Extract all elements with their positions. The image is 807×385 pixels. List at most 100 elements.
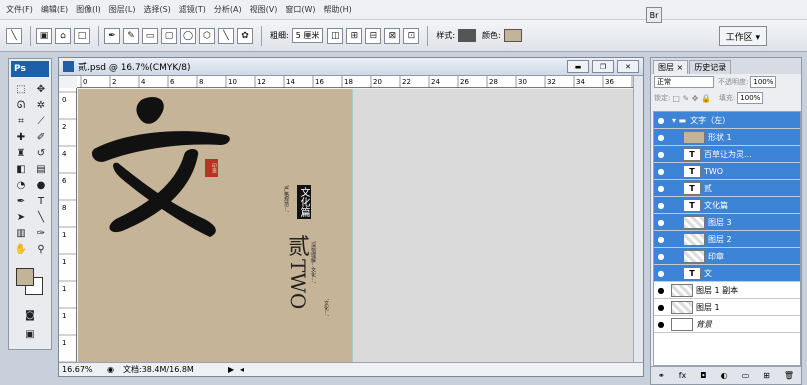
new-shape-icon[interactable]: ◫: [327, 27, 344, 44]
adjustment-layer-icon[interactable]: ◐: [721, 371, 728, 380]
layer-row[interactable]: ● T 百草让为灵...: [654, 146, 800, 163]
visibility-eye-icon[interactable]: ●: [654, 252, 668, 261]
history-brush-tool-icon[interactable]: ↺: [32, 146, 50, 161]
opacity-field[interactable]: 100%: [750, 76, 777, 88]
eyedropper-tool-icon[interactable]: ✑: [32, 226, 50, 241]
menu-window[interactable]: 窗口(W): [281, 4, 319, 15]
minimize-button[interactable]: ▬: [567, 60, 589, 73]
layer-row[interactable]: ● T 文化篇: [654, 197, 800, 214]
shape-layers-icon[interactable]: ▣: [36, 27, 52, 44]
canvas[interactable]: 文 印章 文化篇 '严格规范...' '深刻理解...文化...' '文化...…: [78, 89, 635, 363]
fill-field[interactable]: 100%: [737, 92, 764, 104]
dodge-tool-icon[interactable]: ●: [32, 178, 50, 193]
polygon-icon[interactable]: ⬡: [199, 27, 215, 44]
status-info-icon[interactable]: ◉: [107, 365, 123, 374]
add-shape-icon[interactable]: ⊞: [346, 27, 363, 44]
style-swatch[interactable]: [458, 29, 477, 42]
menu-file[interactable]: 文件(F): [2, 4, 37, 15]
tab-history[interactable]: 历史记录: [689, 60, 732, 74]
exclude-shape-icon[interactable]: ⊡: [403, 27, 420, 44]
layer-row[interactable]: ● 形状 1: [654, 129, 800, 146]
status-arrow-icon[interactable]: ▶: [228, 365, 240, 374]
layer-row[interactable]: ● ▾ ▬ 文字（左）: [654, 112, 800, 129]
blur-tool-icon[interactable]: ◔: [12, 178, 30, 193]
screen-mode-icon[interactable]: ▣: [21, 327, 39, 342]
new-layer-icon[interactable]: ⊞: [763, 371, 770, 380]
slice-tool-icon[interactable]: ⟋: [32, 114, 50, 129]
menu-select[interactable]: 选择(S): [139, 4, 174, 15]
link-layers-icon[interactable]: ⚭: [658, 371, 665, 380]
foreground-color[interactable]: [16, 268, 34, 286]
visibility-eye-icon[interactable]: ●: [654, 116, 668, 125]
lock-icons[interactable]: □ ✎ ✥ 🔒: [672, 94, 711, 103]
lasso-tool-icon[interactable]: ᘏ: [12, 98, 30, 113]
shape-tool-icon[interactable]: ╲: [32, 210, 50, 225]
horizontal-scroll-left-icon[interactable]: ◂: [240, 365, 244, 374]
marquee-tool-icon[interactable]: ⬚: [12, 82, 30, 97]
brush-tool-icon[interactable]: ✐: [32, 130, 50, 145]
tab-layers[interactable]: 图层 ×: [653, 60, 689, 74]
vertical-scrollbar[interactable]: [633, 76, 643, 363]
menu-image[interactable]: 图像(I): [72, 4, 105, 15]
visibility-eye-icon[interactable]: ●: [654, 269, 668, 278]
visibility-eye-icon[interactable]: ●: [654, 201, 668, 210]
type-tool-icon[interactable]: T: [32, 194, 50, 209]
gradient-tool-icon[interactable]: ▤: [32, 162, 50, 177]
delete-layer-icon[interactable]: 🗑: [784, 371, 794, 380]
fill-pixels-icon[interactable]: □: [74, 27, 90, 44]
visibility-eye-icon[interactable]: ●: [654, 167, 668, 176]
zoom-level[interactable]: 16.67%: [59, 365, 107, 374]
menu-view[interactable]: 视图(V): [246, 4, 282, 15]
layer-row[interactable]: ● T TWO: [654, 163, 800, 180]
zoom-tool-icon[interactable]: ⚲: [32, 242, 50, 257]
layer-mask-icon[interactable]: ◘: [700, 371, 706, 380]
move-tool-icon[interactable]: ✥: [32, 82, 50, 97]
visibility-eye-icon[interactable]: ●: [654, 286, 668, 295]
pen-icon[interactable]: ✒: [104, 27, 120, 44]
rounded-rectangle-icon[interactable]: ▢: [161, 27, 177, 44]
layer-row[interactable]: ● 图层 1 副本: [654, 282, 800, 299]
layer-row[interactable]: ● T 贰: [654, 180, 800, 197]
bridge-icon[interactable]: Br: [646, 7, 662, 23]
visibility-eye-icon[interactable]: ●: [654, 218, 668, 227]
layer-row[interactable]: ● 图层 1: [654, 299, 800, 316]
custom-shape-icon[interactable]: ✿: [237, 27, 253, 44]
layer-row[interactable]: ● 图层 3: [654, 214, 800, 231]
close-button[interactable]: ✕: [617, 60, 639, 73]
workspace-button[interactable]: 工作区 ▾: [718, 26, 767, 46]
layer-row[interactable]: ● 图层 2: [654, 231, 800, 248]
paths-icon[interactable]: ⌂: [55, 27, 71, 44]
crop-tool-icon[interactable]: ⌗: [12, 114, 30, 129]
hand-tool-icon[interactable]: ✋: [12, 242, 30, 257]
menu-edit[interactable]: 编辑(E): [37, 4, 72, 15]
freeform-pen-icon[interactable]: ✎: [123, 27, 139, 44]
restore-button[interactable]: ❐: [592, 60, 614, 73]
visibility-eye-icon[interactable]: ●: [654, 303, 668, 312]
healing-brush-tool-icon[interactable]: ✚: [12, 130, 30, 145]
layer-row[interactable]: ● T 文: [654, 265, 800, 282]
menu-help[interactable]: 帮助(H): [320, 4, 356, 15]
menu-analysis[interactable]: 分析(A): [210, 4, 246, 15]
path-selection-tool-icon[interactable]: ➤: [12, 210, 30, 225]
subtract-shape-icon[interactable]: ⊟: [365, 27, 382, 44]
menu-layer[interactable]: 图层(L): [105, 4, 140, 15]
clone-stamp-tool-icon[interactable]: ♜: [12, 146, 30, 161]
magic-wand-tool-icon[interactable]: ✲: [32, 98, 50, 113]
visibility-eye-icon[interactable]: ●: [654, 184, 668, 193]
pen-tool-icon[interactable]: ✒: [12, 194, 30, 209]
visibility-eye-icon[interactable]: ●: [654, 150, 668, 159]
visibility-eye-icon[interactable]: ●: [654, 133, 668, 142]
line-icon[interactable]: ╲: [218, 27, 234, 44]
ellipse-icon[interactable]: ◯: [180, 27, 196, 44]
weight-field[interactable]: 5 厘米: [291, 28, 324, 43]
rectangle-icon[interactable]: ▭: [142, 27, 158, 44]
notes-tool-icon[interactable]: ▥: [12, 226, 30, 241]
group-folder-icon[interactable]: ▾ ▬: [672, 116, 686, 125]
visibility-eye-icon[interactable]: ●: [654, 235, 668, 244]
visibility-eye-icon[interactable]: ●: [654, 320, 668, 329]
quick-mask-icon[interactable]: ◙: [21, 308, 39, 323]
layer-style-icon[interactable]: fx: [679, 371, 687, 380]
line-tool-icon[interactable]: ╲: [6, 27, 22, 44]
intersect-shape-icon[interactable]: ⊠: [384, 27, 401, 44]
color-swatch[interactable]: [503, 29, 522, 42]
